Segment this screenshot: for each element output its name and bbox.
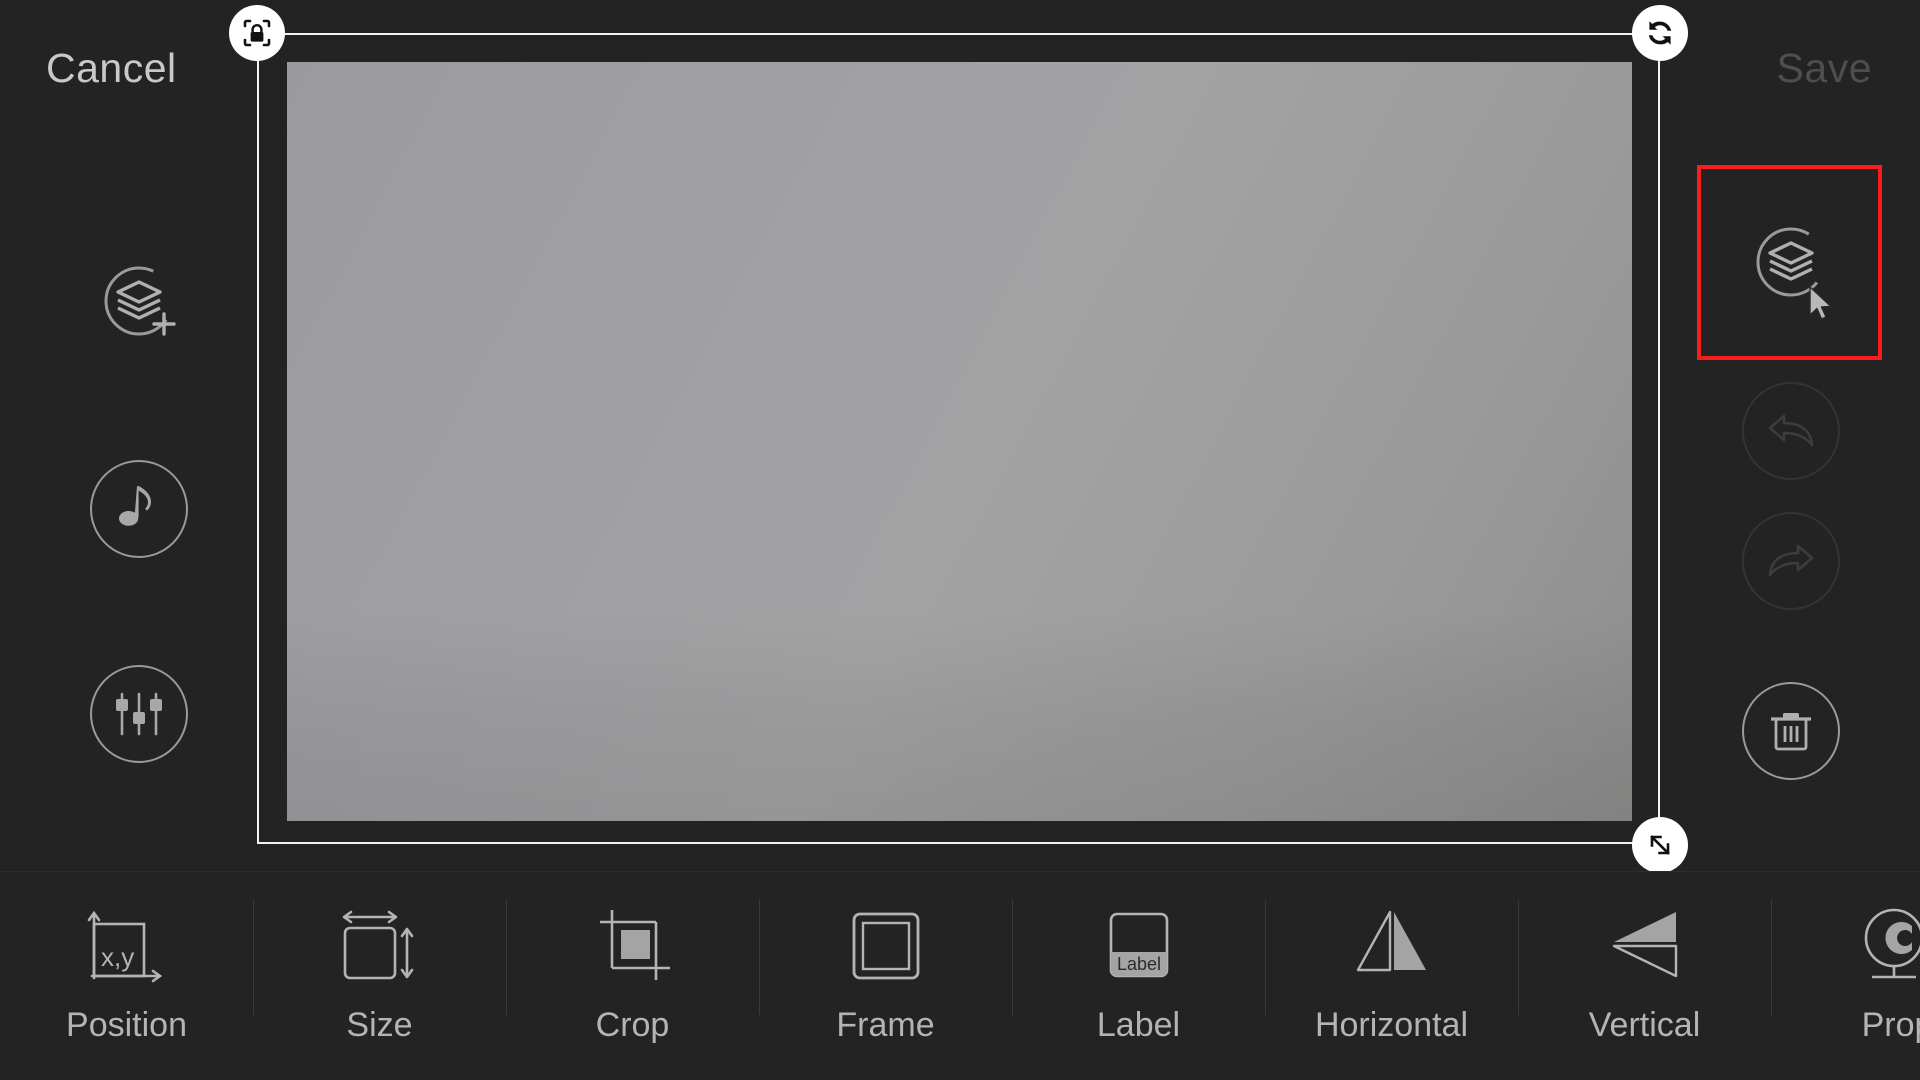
- position-xy-icon: x,y: [79, 904, 175, 990]
- audio-button[interactable]: [90, 460, 188, 558]
- adjustments-button[interactable]: [90, 665, 188, 763]
- trash-icon: [1765, 705, 1817, 757]
- tool-label-properties: Prop: [1861, 1006, 1920, 1044]
- layers-button[interactable]: [1742, 213, 1840, 311]
- size-arrows-icon: [335, 904, 425, 990]
- redo-arrow-icon: [1762, 540, 1820, 582]
- properties-icon: [1850, 904, 1920, 990]
- tool-label-crop: Crop: [595, 1006, 670, 1044]
- tool-label-vertical: Vertical: [1588, 1006, 1701, 1044]
- label-icon-text: Label: [1116, 954, 1160, 974]
- flip-horizontal-icon: [1350, 904, 1434, 990]
- tool-label-label: Label: [1096, 1006, 1181, 1044]
- tool-frame[interactable]: Frame: [759, 872, 1012, 1080]
- tool-label[interactable]: Label Label: [1012, 872, 1265, 1080]
- layers-plus-icon: [90, 252, 188, 350]
- editor-canvas[interactable]: [0, 0, 1920, 872]
- frame-icon: [846, 904, 926, 990]
- redo-button[interactable]: [1742, 512, 1840, 610]
- delete-button[interactable]: [1742, 682, 1840, 780]
- position-icon-text: x,y: [101, 942, 134, 972]
- tool-crop[interactable]: Crop: [506, 872, 759, 1080]
- layers-icon: [1742, 213, 1840, 311]
- crop-icon: [588, 904, 678, 990]
- rotate-icon: [1642, 15, 1678, 51]
- music-note-icon: [113, 481, 165, 537]
- tool-label-frame: Frame: [836, 1006, 935, 1044]
- undo-arrow-icon: [1762, 410, 1820, 452]
- image-layer[interactable]: [287, 62, 1632, 821]
- resize-handle[interactable]: [1632, 817, 1688, 872]
- tool-position[interactable]: x,y Position: [0, 872, 253, 1080]
- tool-properties[interactable]: Prop: [1771, 872, 1920, 1080]
- tool-label-position: Position: [66, 1006, 187, 1044]
- lock-handle[interactable]: [229, 5, 285, 61]
- resize-diagonal-icon: [1643, 828, 1677, 862]
- image-editor-screen: Cancel Save x,y Position Size Crop Frame…: [0, 0, 1920, 1080]
- label-icon: Label: [1099, 904, 1179, 990]
- rotate-handle[interactable]: [1632, 5, 1688, 61]
- tool-label-size: Size: [346, 1006, 413, 1044]
- bottom-toolbar: x,y Position Size Crop Frame Label Label…: [0, 871, 1920, 1080]
- undo-button[interactable]: [1742, 382, 1840, 480]
- sliders-icon: [111, 688, 167, 740]
- add-layer-button[interactable]: [90, 252, 188, 350]
- flip-vertical-icon: [1600, 904, 1690, 990]
- tool-size[interactable]: Size: [253, 872, 506, 1080]
- tool-vertical[interactable]: Vertical: [1518, 872, 1771, 1080]
- tool-horizontal[interactable]: Horizontal: [1265, 872, 1518, 1080]
- tool-label-horizontal: Horizontal: [1314, 1006, 1469, 1044]
- lock-icon: [239, 15, 275, 51]
